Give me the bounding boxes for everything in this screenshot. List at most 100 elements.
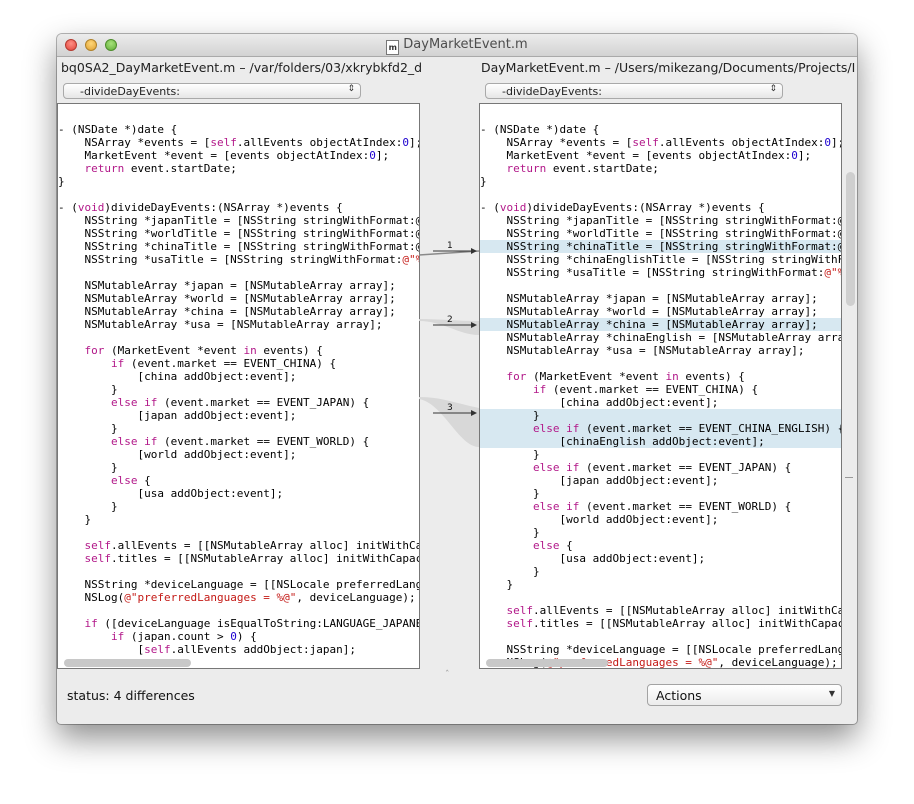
code-line: } [480, 565, 540, 578]
code-line: return event.startDate; [84, 162, 237, 175]
diff-connector-1[interactable]: 1 [419, 241, 479, 256]
left-method-popup[interactable]: -divideDayEvents: ⇕ [63, 83, 361, 99]
code-line: } [58, 461, 118, 474]
right-horizontal-scrollbar[interactable] [486, 659, 608, 667]
code-line: [china addObject:event]; [480, 396, 719, 409]
code-line: } [480, 409, 540, 422]
code-line: NSString *chinaTitle = [NSString stringW… [480, 240, 842, 253]
code-line: if ([deviceLanguage isEqualToString:LANG… [84, 617, 420, 630]
code-line: [world addObject:event]; [58, 448, 297, 461]
code-line: [usa addObject:event]; [58, 487, 284, 500]
code-line: [world addObject:event]; [480, 513, 719, 526]
code-line: } [480, 448, 540, 461]
code-line: NSMutableArray *chinaEnglish = [NSMutabl… [480, 331, 842, 344]
code-line: } [480, 487, 540, 500]
code-line: } [58, 383, 118, 396]
code-line: NSMutableArray *usa = [NSMutableArray ar… [58, 318, 383, 331]
code-line: self.allEvents = [[NSMutableArray alloc]… [506, 604, 842, 617]
code-line: [chinaEnglish addObject:event]; [480, 435, 765, 448]
code-line: [japan addObject:event]; [480, 474, 719, 487]
code-line: } [58, 422, 118, 435]
diff-overview-mark [845, 477, 853, 478]
code-line: NSMutableArray *china = [NSMutableArray … [58, 305, 396, 318]
right-file-path: DayMarketEvent.m – /Users/mikezang/Docum… [481, 60, 856, 75]
code-line: NSString *worldTitle = [NSString stringW… [480, 227, 842, 240]
left-method-popup-label: -divideDayEvents: [80, 85, 180, 98]
code-line: - (NSDate *)date { [58, 123, 178, 136]
code-line: NSString *japanTitle = [NSString stringW… [58, 214, 420, 227]
vertical-scrollbar[interactable] [846, 172, 855, 306]
filemerge-window: m DayMarketEvent.m bq0SA2_DayMarketEvent.… [57, 34, 857, 724]
code-line: } [58, 175, 65, 188]
code-line: if (event.market == EVENT_CHINA) { [532, 383, 759, 396]
code-line: NSString *worldTitle = [NSString stringW… [58, 227, 420, 240]
code-line: for (MarketEvent *event in events) { [506, 370, 745, 383]
diff-connector-gutter: 1 2 3 [419, 241, 479, 447]
diff-connector-2[interactable]: 2 [419, 315, 479, 335]
code-line: NSMutableArray *world = [NSMutableArray … [480, 305, 818, 318]
left-file-path: bq0SA2_DayMarketEvent.m – /var/folders/0… [61, 60, 423, 75]
left-code-pane[interactable]: - (NSDate *)date { NSArray *events = [se… [57, 103, 420, 669]
code-line: } [58, 513, 92, 526]
code-line: - (void)divideDayEvents:(NSArray *)event… [480, 201, 765, 214]
code-line: NSString *deviceLanguage = [[NSLocale pr… [58, 578, 420, 591]
diff-marker-1-label: 1 [447, 241, 453, 251]
code-line: NSMutableArray *world = [NSMutableArray … [58, 292, 396, 305]
diff-connector-3[interactable]: 3 [419, 397, 479, 447]
code-line: else if (event.market == EVENT_WORLD) { [110, 435, 370, 448]
code-line: MarketEvent *event = [events objectAtInd… [58, 149, 390, 162]
code-line: [self.allEvents addObject:japan]; [58, 643, 357, 656]
code-line: - (NSDate *)date { [480, 123, 600, 136]
objc-source-file-icon: m [386, 40, 400, 55]
right-code-text: - (NSDate *)date { NSArray *events = [se… [480, 123, 842, 668]
status-text: status: 4 differences [67, 688, 195, 703]
popup-arrows-icon: ⇕ [769, 84, 777, 94]
code-line: MarketEvent *event = [events objectAtInd… [480, 149, 812, 162]
code-line: if (japan.count > 0) { [110, 630, 257, 643]
code-line: NSString *japanTitle = [NSString stringW… [480, 214, 842, 227]
code-line: [japan addObject:event]; [58, 409, 297, 422]
code-line: return event.startDate; [506, 162, 659, 175]
code-line: [china addObject:event]; [58, 370, 297, 383]
code-line: NSLog(@"preferredLanguages = %@", device… [58, 591, 416, 604]
code-line: else { [110, 474, 151, 487]
code-line: NSArray *events = [self.allEvents object… [58, 136, 419, 149]
actions-popup-button[interactable]: Actions ▼ [647, 684, 842, 706]
left-horizontal-scrollbar[interactable] [64, 659, 191, 667]
right-method-popup-label: -divideDayEvents: [502, 85, 602, 98]
left-code-text: - (NSDate *)date { NSArray *events = [se… [58, 123, 420, 656]
pane-splitter-handle[interactable]: ˆ [445, 670, 450, 680]
code-line: else { [532, 539, 573, 552]
code-line: NSString *usaTitle = [NSString stringWit… [480, 266, 841, 279]
code-line: NSString *chinaTitle = [NSString stringW… [58, 240, 420, 253]
code-line: NSArray *events = [self.allEvents object… [480, 136, 841, 149]
code-line: if (event.market == EVENT_CHINA) { [110, 357, 337, 370]
code-line: [usa addObject:event]; [480, 552, 706, 565]
code-line: for (MarketEvent *event in events) { [84, 344, 323, 357]
window-title-text: DayMarketEvent.m [403, 37, 528, 52]
code-line: } [480, 175, 487, 188]
code-line: NSMutableArray *usa = [NSMutableArray ar… [480, 344, 805, 357]
code-line: self.allEvents = [[NSMutableArray alloc]… [84, 539, 420, 552]
title-bar: m DayMarketEvent.m [57, 34, 857, 57]
code-line: else if (event.market == EVENT_JAPAN) { [532, 461, 792, 474]
code-line: NSMutableArray *china = [NSMutableArray … [480, 318, 818, 331]
diff-marker-2-label: 2 [447, 315, 453, 325]
code-line: NSString *deviceLanguage = [[NSLocale pr… [480, 643, 842, 656]
code-line: - (void)divideDayEvents:(NSArray *)event… [58, 201, 343, 214]
popup-arrows-icon: ⇕ [347, 84, 355, 94]
window-title: m DayMarketEvent.m [57, 37, 857, 55]
right-method-popup[interactable]: -divideDayEvents: ⇕ [485, 83, 783, 99]
diff-marker-3-label: 3 [447, 403, 453, 413]
code-line: else if (event.market == EVENT_WORLD) { [532, 500, 792, 513]
code-line: } [480, 526, 540, 539]
code-line: NSString *usaTitle = [NSString stringWit… [58, 253, 419, 266]
code-line: else if (event.market == EVENT_JAPAN) { [110, 396, 370, 409]
code-line: } [58, 500, 118, 513]
code-line: NSString *chinaEnglishTitle = [NSString … [480, 253, 842, 266]
code-line: self.titles = [[NSMutableArray alloc] in… [84, 552, 420, 565]
code-line: self.titles = [[NSMutableArray alloc] in… [506, 617, 842, 630]
right-code-pane[interactable]: - (NSDate *)date { NSArray *events = [se… [479, 103, 842, 669]
code-line: else if (event.market == EVENT_CHINA_ENG… [532, 422, 842, 435]
code-line: } [480, 578, 514, 591]
